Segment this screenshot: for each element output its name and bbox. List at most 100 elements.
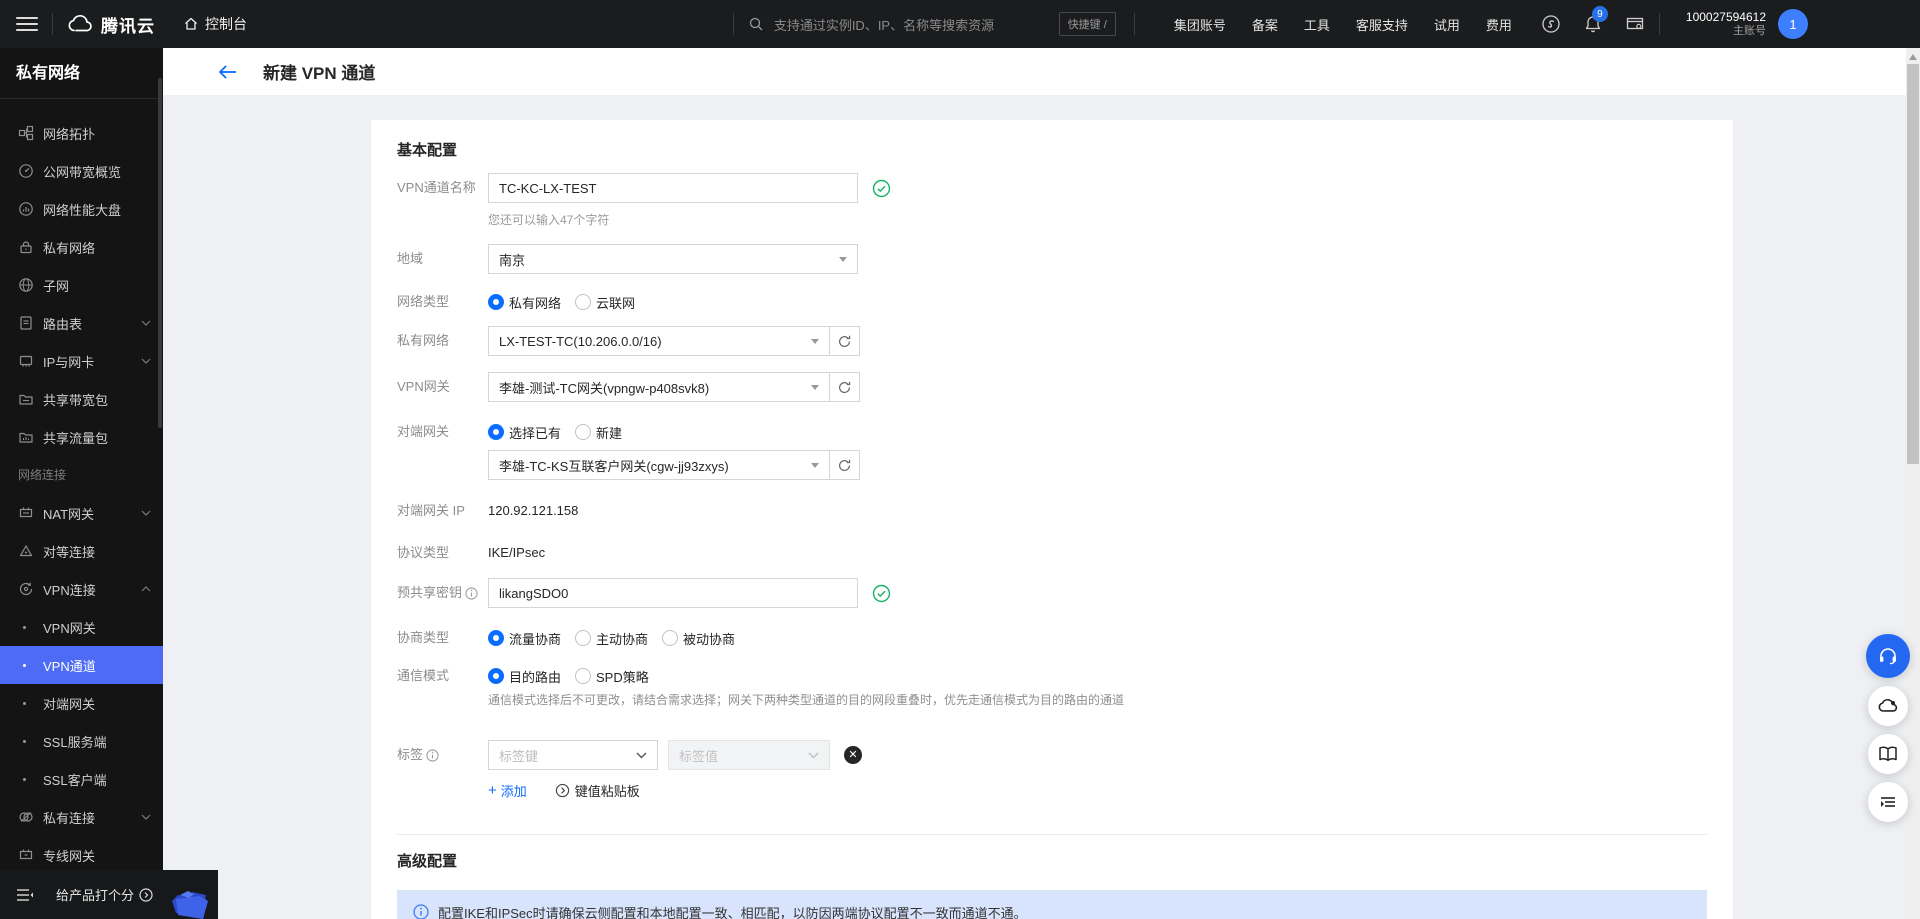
search-bar[interactable]: 支持通过实例ID、IP、名称等搜索资源 快捷键 / <box>748 0 1120 48</box>
vpn-gateway-select[interactable]: 李雄-测试-TC网关(vpngw-p408svk8) <box>488 372 830 402</box>
radio-select-existing[interactable]: 选择已有 <box>488 422 561 442</box>
field-label: 预共享密钥 <box>397 578 488 608</box>
account-id: 100027594612 <box>1685 9 1766 24</box>
refresh-vpc-button[interactable] <box>830 326 860 356</box>
form-row-network-type: 网络类型 私有网络 云联网 <box>397 292 1707 312</box>
sidebar-item-ssl-client[interactable]: SSL客户端 <box>0 760 163 798</box>
sidebar-item-peering[interactable]: 对等连接 <box>0 532 163 570</box>
protocol-value: IKE/IPsec <box>488 545 546 560</box>
notifications-bell-icon[interactable]: 9 <box>1583 6 1608 34</box>
radio-active-negotiation[interactable]: 主动协商 <box>575 628 648 648</box>
sidebar-item-label: 路由表 <box>43 316 83 332</box>
nav-org-account[interactable]: 集团账号 <box>1174 15 1226 34</box>
radio-passive-negotiation[interactable]: 被动协商 <box>662 628 735 648</box>
community-icon[interactable] <box>1541 14 1561 34</box>
sidebar-item-vpc[interactable]: 私有网络 <box>0 228 163 266</box>
tencent-cloud-logo[interactable]: 腾讯云 <box>67 12 155 37</box>
radio-vpc[interactable]: 私有网络 <box>488 292 561 312</box>
license-icon[interactable] <box>1625 14 1645 34</box>
radio-label: 云联网 <box>596 295 636 311</box>
back-arrow-icon[interactable] <box>218 64 238 80</box>
sidebar-item-label: 私有网络 <box>43 240 96 256</box>
field-label: 网络类型 <box>397 294 450 309</box>
sidebar-scrollbar-thumb[interactable] <box>158 78 162 428</box>
vpc-select[interactable]: LX-TEST-TC(10.206.0.0/16) <box>488 326 830 356</box>
nav-billing[interactable]: 费用 <box>1486 15 1512 34</box>
radio-destination-route[interactable]: 目的路由 <box>488 666 561 686</box>
radio-label: 选择已有 <box>509 425 562 441</box>
info-icon[interactable] <box>465 586 478 600</box>
sidebar-item-label: 子网 <box>43 278 70 294</box>
sidebar-item-private-link[interactable]: 私有连接 <box>0 798 163 836</box>
feedback-button[interactable] <box>1868 686 1908 726</box>
sidebar-footer-rate-product[interactable]: 给产品打个分 <box>0 870 218 919</box>
form-row-vpc: 私有网络 LX-TEST-TC(10.206.0.0/16) <box>397 326 1707 356</box>
bullet-icon <box>23 701 26 705</box>
console-link[interactable]: 控制台 <box>183 14 247 34</box>
field-label: 标签 <box>397 740 488 770</box>
sidebar-item-subnet[interactable]: 子网 <box>0 266 163 304</box>
field-label: 地域 <box>397 251 424 266</box>
sidebar-item-ip-nic[interactable]: IP与网卡 <box>0 342 163 380</box>
sidebar-item-nat-gateway[interactable]: NAT网关 <box>0 494 163 532</box>
tunnel-name-input[interactable]: TC-KC-LX-TEST <box>488 173 858 203</box>
collapse-sidebar-icon[interactable] <box>16 888 34 902</box>
sidebar-item-network-performance[interactable]: 网络性能大盘 <box>0 190 163 228</box>
kv-clipboard-link[interactable]: 键值粘贴板 <box>555 781 640 800</box>
psk-input[interactable]: likangSDO0 <box>488 578 858 608</box>
sidebar-item-label: SSL服务端 <box>43 734 107 750</box>
sidebar-item-route-table[interactable]: 路由表 <box>0 304 163 342</box>
vpc-lock-icon <box>20 241 32 254</box>
chevron-down-icon <box>636 752 647 758</box>
vpn-gateway-value: 李雄-测试-TC网关(vpngw-p408svk8) <box>499 380 710 396</box>
sidebar-item-ssl-server[interactable]: SSL服务端 <box>0 722 163 760</box>
open-book-icon <box>1879 746 1897 762</box>
form-row-tunnel-name: VPN通道名称 TC-KC-LX-TEST 您还可以输入47个字符 <box>397 173 1707 228</box>
sidebar-item-vpn-gateway[interactable]: VPN网关 <box>0 608 163 646</box>
radio-spd-policy[interactable]: SPD策略 <box>575 666 649 686</box>
documentation-button[interactable] <box>1868 734 1908 774</box>
form-card: 基本配置 VPN通道名称 TC-KC-LX-TEST 您还可以输入47个字符 地… <box>371 120 1733 919</box>
region-select[interactable]: 南京 <box>488 244 858 274</box>
refresh-peer-gateway-button[interactable] <box>830 450 860 480</box>
sidebar-item-customer-gateway[interactable]: 对端网关 <box>0 684 163 722</box>
sidebar-item-vpn-connection[interactable]: VPN连接 <box>0 570 163 608</box>
customer-service-button[interactable] <box>1866 634 1910 678</box>
radio-traffic-negotiation[interactable]: 流量协商 <box>488 628 561 648</box>
nav-icp[interactable]: 备案 <box>1252 15 1278 34</box>
comm-mode-note: 通信模式选择后不可更改，请结合需求选择；网关下两种类型通道的目的网段重叠时，优先… <box>488 693 1125 707</box>
nat-gateway-icon <box>19 507 33 518</box>
sidebar-item-label: SSL客户端 <box>43 772 107 788</box>
sidebar-item-network-topology[interactable]: 网络拓扑 <box>0 114 163 152</box>
scrollbar-thumb[interactable] <box>1907 64 1919 464</box>
tag-key-select[interactable]: 标签键 <box>488 740 658 770</box>
nav-trial[interactable]: 试用 <box>1434 15 1460 34</box>
peer-gateway-select[interactable]: 李雄-TC-KS互联客户网关(cgw-jj93zxys) <box>488 450 830 480</box>
radio-label: 私有网络 <box>509 295 562 311</box>
sidebar-item-vpn-tunnel[interactable]: VPN通道 <box>0 646 163 684</box>
refresh-vpn-gateway-button[interactable] <box>830 372 860 402</box>
nav-support[interactable]: 客服支持 <box>1356 15 1408 34</box>
survey-button[interactable] <box>1868 782 1908 822</box>
remove-tag-button[interactable]: ✕ <box>844 746 862 764</box>
sidebar-item-shared-traffic[interactable]: 共享流量包 <box>0 418 163 456</box>
info-icon[interactable] <box>426 748 439 762</box>
sidebar-item-shared-bandwidth[interactable]: 共享带宽包 <box>0 380 163 418</box>
add-tag-link[interactable]: + 添加 <box>488 781 527 800</box>
route-table-icon <box>20 316 32 330</box>
account-info[interactable]: 100027594612 主账号 <box>1686 10 1766 39</box>
radio-ccn[interactable]: 云联网 <box>575 292 635 312</box>
shared-traffic-icon <box>19 432 33 443</box>
hamburger-menu-icon[interactable] <box>16 13 38 35</box>
caret-down-icon <box>839 256 847 262</box>
sidebar-item-public-bandwidth[interactable]: 公网带宽概览 <box>0 152 163 190</box>
refresh-icon <box>839 381 851 393</box>
scrollbar-up-arrow[interactable] <box>1909 54 1917 60</box>
avatar[interactable]: 1 <box>1778 9 1808 39</box>
radio-on-icon <box>488 424 504 440</box>
sidebar-item-direct-connect[interactable]: 专线网关 <box>0 836 163 874</box>
radio-create-new[interactable]: 新建 <box>575 422 622 442</box>
field-label: 对端网关 <box>397 424 450 439</box>
nav-tools[interactable]: 工具 <box>1304 15 1330 34</box>
vpn-icon <box>19 582 33 596</box>
